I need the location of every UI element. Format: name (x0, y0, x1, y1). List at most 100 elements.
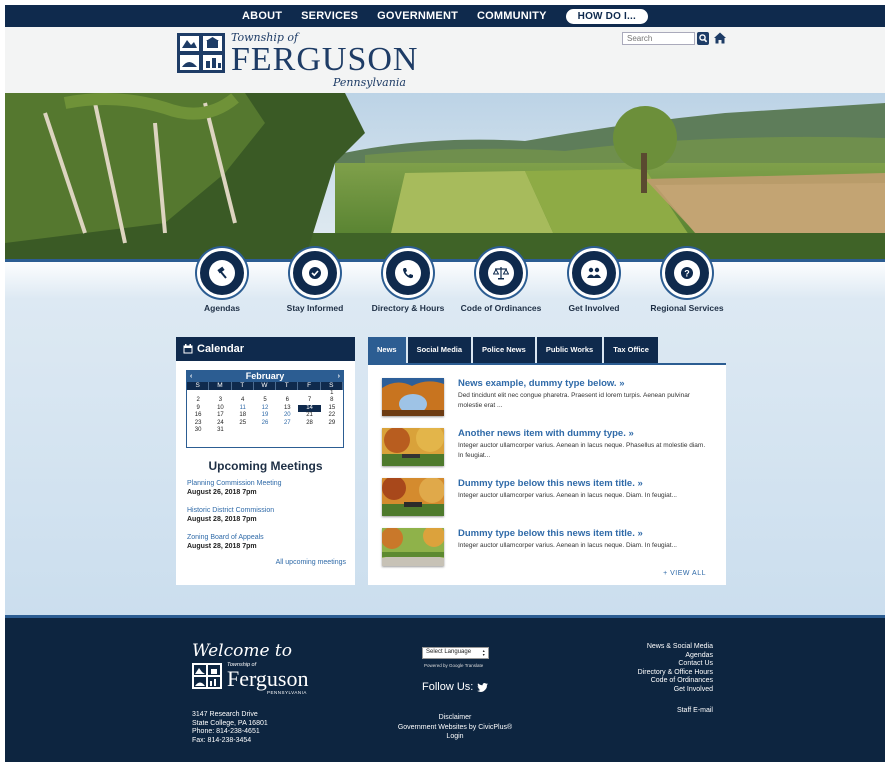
disclaimer-link[interactable]: Disclaimer (355, 713, 555, 723)
nav-government[interactable]: GOVERNMENT (377, 10, 458, 22)
staff-email-link[interactable]: Staff E-mail (677, 707, 713, 714)
meeting-link[interactable]: Historic District Commission (187, 506, 274, 515)
address-line: 3147 Research Drive (192, 711, 258, 718)
news-title[interactable]: Dummy type below this news item title. » (458, 478, 643, 489)
calendar-day[interactable]: 31 (209, 427, 231, 434)
footer-link-news[interactable]: News & Social Media (638, 643, 713, 652)
calendar-day[interactable]: 14 (298, 404, 321, 413)
news-summary: Integer auctor ullamcorper varius. Aenea… (458, 492, 677, 499)
footer-logo-icon[interactable] (192, 663, 222, 689)
calendar-day[interactable]: 1 (321, 390, 343, 397)
news-title[interactable]: Another news item with dummy type. » (458, 428, 634, 439)
empty-day (276, 427, 298, 434)
footer-link-directory[interactable]: Directory & Office Hours (638, 669, 713, 678)
address-line: State College, PA 16801 (192, 719, 268, 727)
township-logo-icon[interactable] (177, 33, 225, 73)
footer-logo-name[interactable]: Ferguson (227, 666, 309, 692)
tab-social-media[interactable]: Social Media (407, 337, 472, 363)
calendar-day[interactable]: 8 (321, 397, 343, 404)
calendar-day[interactable]: 22 (321, 412, 343, 419)
nav-about[interactable]: ABOUT (242, 10, 282, 22)
calendar-day[interactable]: 25 (232, 420, 254, 427)
civicplus-link[interactable]: Government Websites by CivicPlus® (355, 723, 555, 733)
weekday-label: F (298, 382, 321, 390)
footer-link-contact[interactable]: Contact Us (638, 660, 713, 669)
prev-month-button[interactable]: ‹ (190, 371, 192, 382)
calendar-day[interactable]: 12 (254, 405, 276, 412)
calendar-day[interactable]: 10 (209, 405, 231, 412)
calendar-day[interactable]: 18 (232, 412, 254, 419)
language-select[interactable]: Select Language (422, 647, 489, 659)
footer-link-agendas[interactable]: Agendas (638, 652, 713, 661)
search-button[interactable] (697, 32, 709, 45)
calendar-icon (183, 344, 193, 354)
calendar-day[interactable]: 29 (321, 420, 343, 427)
calendar-day[interactable]: 2 (187, 397, 209, 404)
calendar-day[interactable]: 7 (298, 397, 320, 404)
quicklink-label: Regional Services (650, 303, 724, 313)
news-tabs: News Social Media Police News Public Wor… (368, 337, 660, 363)
meeting-link[interactable]: Zoning Board of Appeals (187, 533, 264, 542)
tab-tax-office[interactable]: Tax Office (604, 337, 658, 363)
site-footer: Welcome to Township of Ferguson PENNSYLV… (5, 615, 885, 762)
home-icon[interactable] (713, 31, 727, 45)
calendar-day[interactable]: 28 (298, 420, 320, 427)
nav-community[interactable]: COMMUNITY (477, 10, 547, 22)
empty-day (254, 390, 276, 397)
calendar-day[interactable]: 24 (209, 420, 231, 427)
mini-calendar: ‹ February › SMTWTFS 1 2 3 4 5 6 7 8 9 10 11 12 13 14… (186, 370, 344, 448)
calendar-day[interactable]: 19 (254, 412, 276, 419)
news-thumbnail[interactable] (382, 428, 444, 466)
weekday-label: T (232, 382, 254, 390)
calendar-day[interactable]: 5 (254, 397, 276, 404)
empty-day (232, 390, 254, 397)
meeting-date: August 26, 2018 7pm (187, 489, 257, 496)
powered-by-translate: Powered by Google Translate (424, 663, 484, 668)
next-month-button[interactable]: › (338, 371, 340, 382)
calendar-day[interactable]: 16 (187, 412, 209, 419)
news-panel: News example, dummy type below. » Ded ti… (368, 363, 726, 585)
tab-news[interactable]: News (368, 337, 406, 363)
nav-how-do-i[interactable]: HOW DO I... (565, 8, 648, 24)
news-thumbnail[interactable] (382, 378, 444, 416)
calendar-day[interactable]: 4 (232, 397, 254, 404)
tab-public-works[interactable]: Public Works (536, 337, 603, 363)
news-thumbnail[interactable] (382, 478, 444, 516)
news-thumbnail[interactable] (382, 528, 444, 566)
day-grid: 1 2 3 4 5 6 7 8 9 10 11 12 13 14 15 16 17 18 19 20 21 22 23 24 2… (187, 390, 343, 434)
login-link[interactable]: Login (355, 732, 555, 742)
calendar-day[interactable]: 26 (254, 420, 276, 427)
view-all-link[interactable]: + VIEW ALL (663, 570, 706, 577)
news-title[interactable]: News example, dummy type below. » (458, 378, 624, 389)
weekday-label: T (276, 382, 299, 390)
tab-police-news[interactable]: Police News (473, 337, 535, 363)
footer-address: 3147 Research Drive State College, PA 16… (192, 711, 268, 745)
calendar-day[interactable]: 11 (232, 405, 254, 412)
calendar-day[interactable]: 9 (187, 405, 209, 412)
all-meetings-link[interactable]: All upcoming meetings (276, 559, 346, 566)
quick-links: Agendas Stay Informed Directory & Hours … (5, 248, 885, 319)
news-title[interactable]: Dummy type below this news item title. » (458, 528, 643, 539)
calendar-title: Calendar (197, 343, 245, 355)
site-header: Township of FERGUSON Pennsylvania (5, 27, 885, 93)
search-input[interactable] (622, 32, 695, 45)
calendar-day[interactable]: 23 (187, 420, 209, 427)
quicklink-regional-services[interactable]: ? Regional Services (622, 248, 752, 313)
nav-services[interactable]: SERVICES (301, 10, 358, 22)
calendar-day[interactable]: 15 (321, 405, 343, 412)
calendar-day[interactable]: 13 (276, 405, 298, 412)
calendar-day[interactable]: 27 (276, 420, 298, 427)
follow-us-label: Follow Us: (422, 681, 474, 693)
twitter-icon[interactable] (477, 682, 489, 692)
footer-link-get-involved[interactable]: Get Involved (638, 686, 713, 695)
calendar-day[interactable]: 21 (298, 412, 320, 419)
logo-name[interactable]: FERGUSON (231, 41, 418, 79)
calendar-day[interactable]: 30 (187, 427, 209, 434)
calendar-day[interactable]: 3 (209, 397, 231, 404)
calendar-day[interactable]: 6 (276, 397, 298, 404)
empty-day (321, 427, 343, 434)
footer-link-ordinances[interactable]: Code of Ordinances (638, 677, 713, 686)
calendar-day[interactable]: 17 (209, 412, 231, 419)
meeting-link[interactable]: Planning Commission Meeting (187, 479, 282, 488)
calendar-day[interactable]: 20 (276, 412, 298, 419)
